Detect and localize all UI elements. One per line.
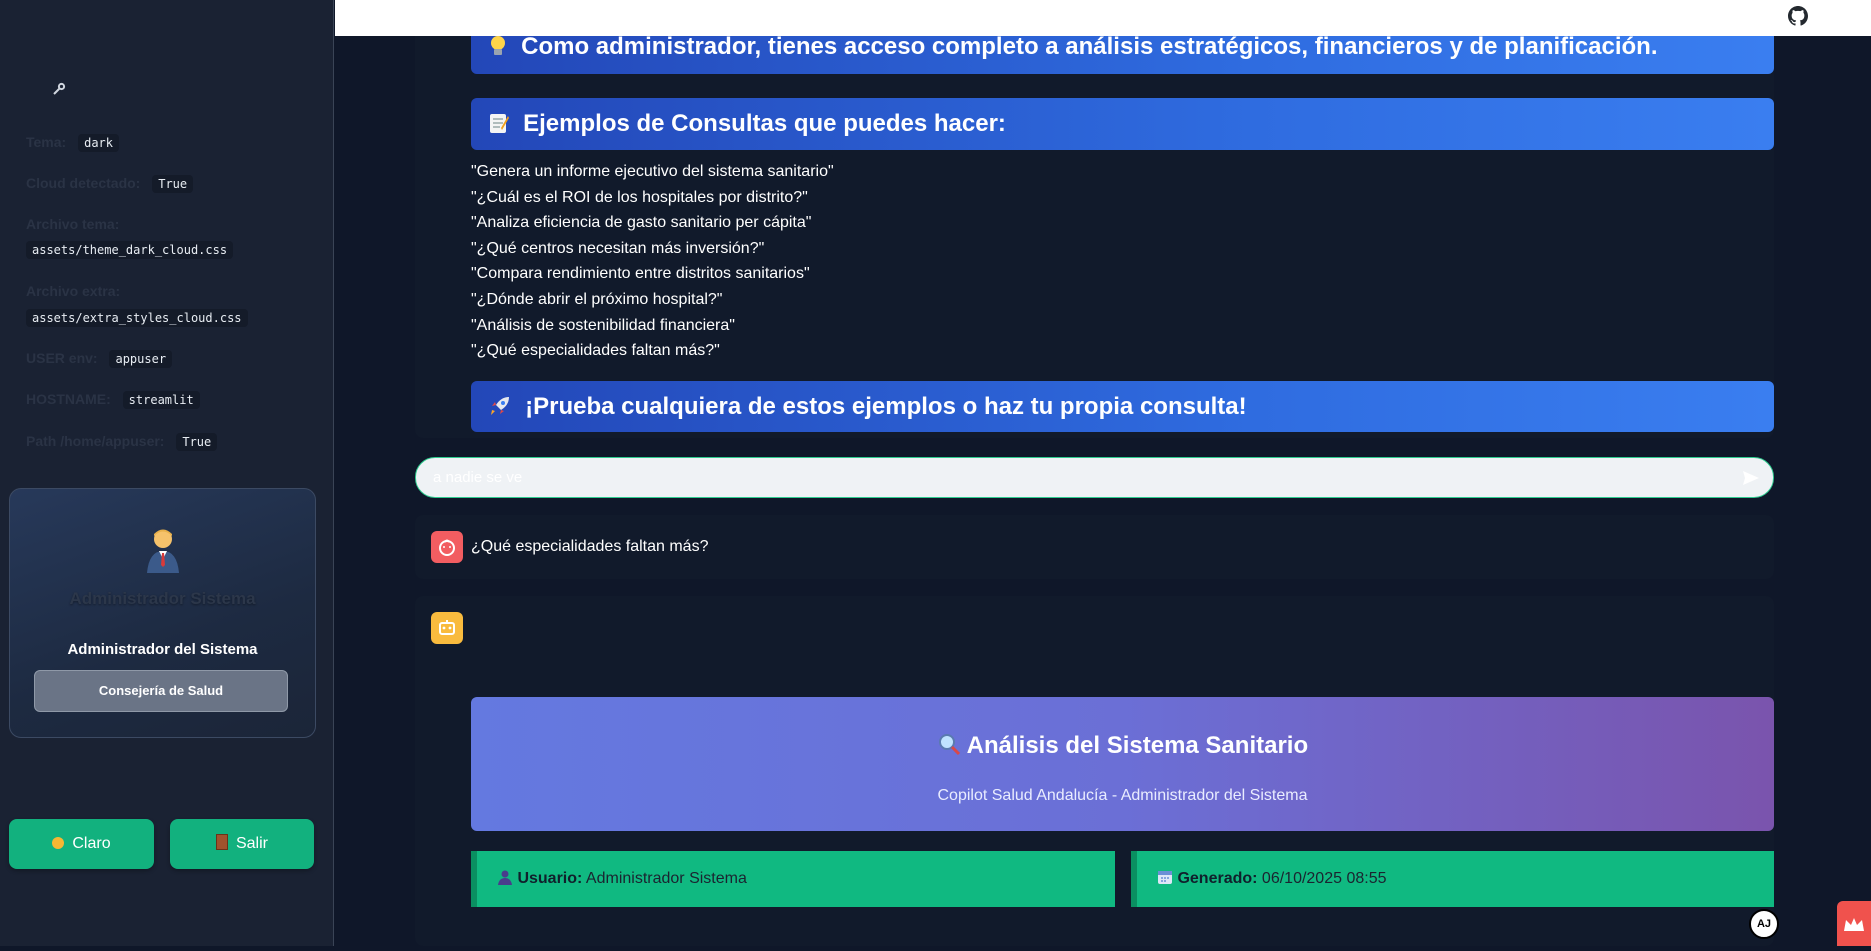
- config-value: appuser: [109, 350, 173, 368]
- report-title: Análisis del Sistema Sanitario: [471, 732, 1774, 760]
- config-cloud: Cloud detectado: True: [26, 175, 194, 193]
- user-info-value: Administrador Sistema: [585, 870, 747, 887]
- businessman-icon: [10, 527, 315, 583]
- report-generated-info: Generado: 06/10/2025 08:55: [1131, 851, 1774, 907]
- lightbulb-icon: [489, 34, 513, 59]
- example-item: "Genera un informe ejecutivo del sistema…: [471, 163, 834, 180]
- example-item: "¿Dónde abrir el próximo hospital?": [471, 290, 723, 308]
- magnifier-icon: [937, 732, 967, 759]
- report-subtitle: Copilot Salud Andalucía - Administrador …: [937, 787, 1308, 804]
- calendar-icon: [1157, 870, 1177, 887]
- admin-banner-text: Como administrador, tienes acceso comple…: [521, 33, 1658, 60]
- rocket-icon: [489, 394, 517, 419]
- chat-input-value[interactable]: a nadie se ve: [433, 469, 522, 486]
- user-info-label: Usuario:: [517, 870, 583, 887]
- example-item: "¿Qué centros necesitan más inversión?": [471, 239, 765, 257]
- config-path-home: Path /home/appuser: True: [26, 433, 218, 451]
- config-theme: Tema: dark: [26, 134, 119, 152]
- logout-button-label: Salir: [235, 835, 268, 852]
- config-value: streamlit: [122, 391, 200, 409]
- cta-banner: ¡Prueba cualquiera de estos ejemplos o h…: [471, 381, 1774, 432]
- config-label: Archivo tema:: [26, 216, 120, 232]
- report-title-text: Análisis del Sistema Sanitario: [966, 732, 1309, 759]
- examples-list: "Genera un informe ejecutivo del sistema…: [471, 159, 834, 364]
- top-toolbar: [335, 0, 1871, 36]
- config-theme-file: assets/theme_dark_cloud.css: [26, 241, 234, 259]
- config-label: Path /home/appuser:: [26, 433, 165, 449]
- sun-icon: [52, 837, 65, 849]
- sidebar: Tema: dark Cloud detectado: True Archivo…: [0, 0, 334, 946]
- config-extra-file: assets/extra_styles_cloud.css: [26, 309, 248, 327]
- config-extra-file-label: Archivo extra:: [26, 283, 128, 299]
- theme-light-button[interactable]: Claro: [9, 819, 154, 869]
- generated-label: Generado:: [1177, 870, 1258, 887]
- logout-button[interactable]: Salir: [170, 819, 314, 869]
- generated-value: 06/10/2025 08:55: [1261, 870, 1387, 887]
- config-value: True: [152, 175, 194, 193]
- example-item: "Análisis de sostenibilidad financiera": [471, 316, 735, 334]
- config-label: HOSTNAME:: [26, 391, 111, 407]
- user-card: Administrador Sistema Administrador del …: [9, 488, 316, 738]
- streamlit-crown-icon[interactable]: [1837, 901, 1871, 946]
- config-label: Archivo extra:: [26, 283, 121, 299]
- door-icon: [215, 834, 228, 850]
- example-item: "Compara rendimiento entre distritos san…: [471, 265, 810, 283]
- report-user-info: Usuario: Administrador Sistema: [471, 851, 1115, 907]
- examples-title: Ejemplos de Consultas que puedes hacer:: [523, 110, 1006, 137]
- example-item: "¿Cuál es el ROI de los hospitales por d…: [471, 188, 808, 206]
- accessibility-badge-icon[interactable]: AJ: [1749, 909, 1779, 939]
- example-item: "¿Qué especialidades faltan más?": [471, 342, 720, 360]
- person-icon: [497, 870, 517, 887]
- user-name: Administrador Sistema: [69, 589, 256, 608]
- config-label: Cloud detectado:: [26, 175, 141, 191]
- config-value: dark: [78, 134, 119, 152]
- wrench-icon: [52, 82, 66, 100]
- report-header: Análisis del Sistema Sanitario Copilot S…: [471, 697, 1774, 831]
- user-role: Administrador del Sistema: [67, 641, 258, 658]
- config-label: Tema:: [26, 134, 67, 150]
- config-hostname: HOSTNAME: streamlit: [26, 391, 200, 409]
- bot-avatar-icon: [431, 612, 463, 644]
- send-icon[interactable]: [1741, 468, 1761, 488]
- cta-text: ¡Prueba cualquiera de estos ejemplos o h…: [525, 393, 1247, 420]
- config-user-env: USER env: appuser: [26, 350, 173, 368]
- github-icon[interactable]: [1788, 6, 1808, 26]
- config-value: assets/extra_styles_cloud.css: [26, 309, 248, 327]
- examples-title-banner: Ejemplos de Consultas que puedes hacer:: [471, 98, 1774, 150]
- config-theme-file-label: Archivo tema:: [26, 216, 127, 232]
- user-avatar-icon: [431, 531, 463, 563]
- user-organization: Consejería de Salud: [34, 670, 288, 712]
- theme-button-label: Claro: [72, 835, 111, 852]
- chat-input[interactable]: a nadie se ve: [415, 457, 1774, 498]
- user-message-text: ¿Qué especialidades faltan más?: [471, 538, 709, 555]
- config-value: assets/theme_dark_cloud.css: [26, 241, 234, 259]
- config-value: True: [176, 433, 218, 451]
- memo-icon: [489, 111, 515, 136]
- config-label: USER env:: [26, 350, 98, 366]
- example-item: "Analiza eficiencia de gasto sanitario p…: [471, 214, 812, 232]
